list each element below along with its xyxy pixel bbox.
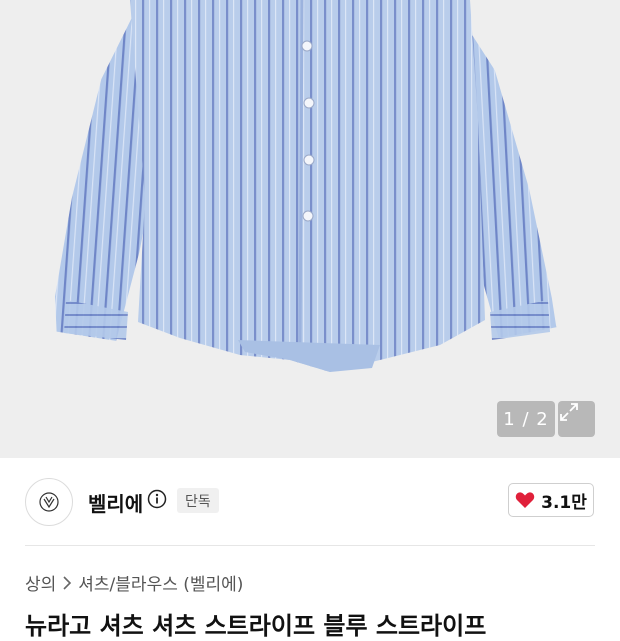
expand-arrows-icon: [560, 403, 578, 421]
image-counter: 1 / 2: [497, 401, 555, 437]
brand-logo-icon: [39, 492, 59, 512]
breadcrumb: 상의 셔츠/블라우스 (벨리에): [25, 570, 243, 595]
product-title: 뉴라고 셔츠 셔츠 스트라이프 블루 스트라이프: [25, 612, 487, 640]
product-image: [0, 0, 620, 458]
info-icon[interactable]: [147, 489, 167, 509]
heart-icon: [515, 492, 535, 508]
exclusive-badge: 단독: [177, 488, 219, 513]
divider: [25, 545, 595, 546]
expand-button[interactable]: [558, 401, 595, 437]
breadcrumb-subcategory[interactable]: 셔츠/블라우스 (벨리에): [78, 570, 243, 595]
brand-row: 벨리에 단독 3.1만: [0, 458, 620, 546]
chevron-right-icon: [63, 575, 72, 590]
like-button[interactable]: 3.1만: [508, 483, 594, 517]
brand-name[interactable]: 벨리에: [88, 488, 143, 517]
brand-logo[interactable]: [25, 478, 73, 526]
breadcrumb-category[interactable]: 상의: [25, 570, 56, 595]
product-image-gallery[interactable]: 1 / 2: [0, 0, 620, 458]
like-count: 3.1만: [541, 492, 587, 513]
